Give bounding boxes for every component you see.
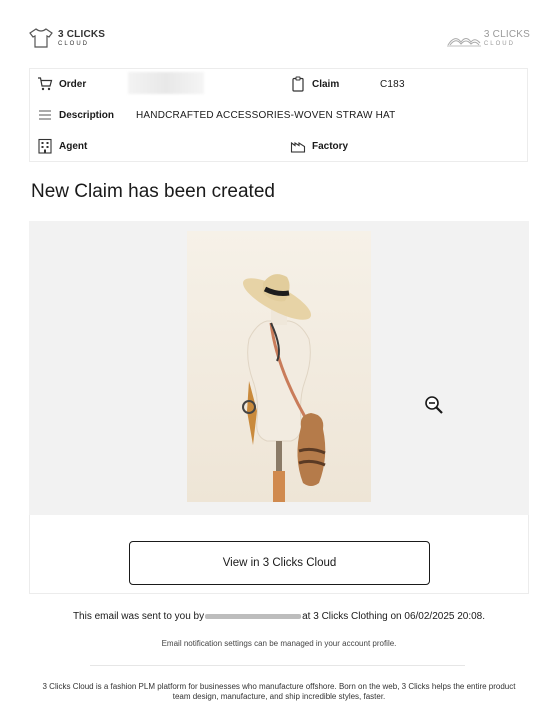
description-field-label: Description	[37, 107, 114, 123]
agent-field-label: Agent	[37, 138, 87, 154]
order-field-label: Order	[37, 76, 86, 92]
description-value: HANDCRAFTED ACCESSORIES-WOVEN STRAW HAT	[136, 110, 396, 121]
brand-logo-right[interactable]: 3 CLICKS CLOUD	[446, 29, 530, 47]
factory-icon	[290, 141, 306, 153]
sent-prefix: This email was sent to you by	[72, 611, 205, 622]
sent-suffix: at 3 Clicks Clothing on 06/02/2025 20:08…	[302, 611, 486, 622]
brand-name-line1: 3 CLICKS	[58, 28, 106, 40]
footer-divider	[90, 665, 465, 666]
claim-product-image[interactable]	[187, 231, 371, 502]
view-in-3-clicks-cloud-button[interactable]: View in 3 Clicks Cloud	[129, 541, 430, 585]
description-label: Description	[59, 109, 115, 121]
cart-icon	[38, 77, 53, 91]
claim-field-label: Claim	[290, 76, 339, 92]
mannequin-hat-photo	[187, 231, 371, 502]
agent-label: Agent	[59, 140, 88, 152]
sent-notice: This email was sent to you by at 3 Clicks…	[0, 611, 558, 622]
notification-settings-text: Email notification settings can be manag…	[161, 639, 397, 648]
order-label: Order	[59, 78, 87, 90]
redacted-sender	[205, 613, 302, 619]
brand-name-line1: 3 CLICKS	[483, 29, 530, 40]
zoom-out-icon[interactable]	[424, 395, 444, 415]
claim-value[interactable]: C183	[380, 79, 405, 90]
tshirt-logo-icon	[29, 28, 53, 48]
brand-name-line2: CLOUD	[483, 41, 515, 47]
email-header: 3 CLICKS CLOUD 3 CLICKS CLOUD	[0, 0, 558, 70]
lines-icon	[39, 110, 51, 120]
factory-field-label: Factory	[290, 138, 348, 154]
building-icon	[38, 138, 52, 154]
footer-text: 3 Clicks Cloud is a fashion PLM platform…	[42, 682, 516, 701]
brand-logo-left[interactable]: 3 CLICKS CLOUD	[28, 27, 105, 49]
hills-logo-icon	[446, 37, 481, 46]
page-title: New Claim has been created	[31, 181, 275, 202]
redacted-order-value	[128, 72, 204, 94]
brand-name-line2: CLOUD	[58, 40, 90, 47]
factory-label: Factory	[312, 140, 349, 152]
claim-label: Claim	[312, 78, 340, 90]
clipboard-icon	[292, 76, 304, 92]
